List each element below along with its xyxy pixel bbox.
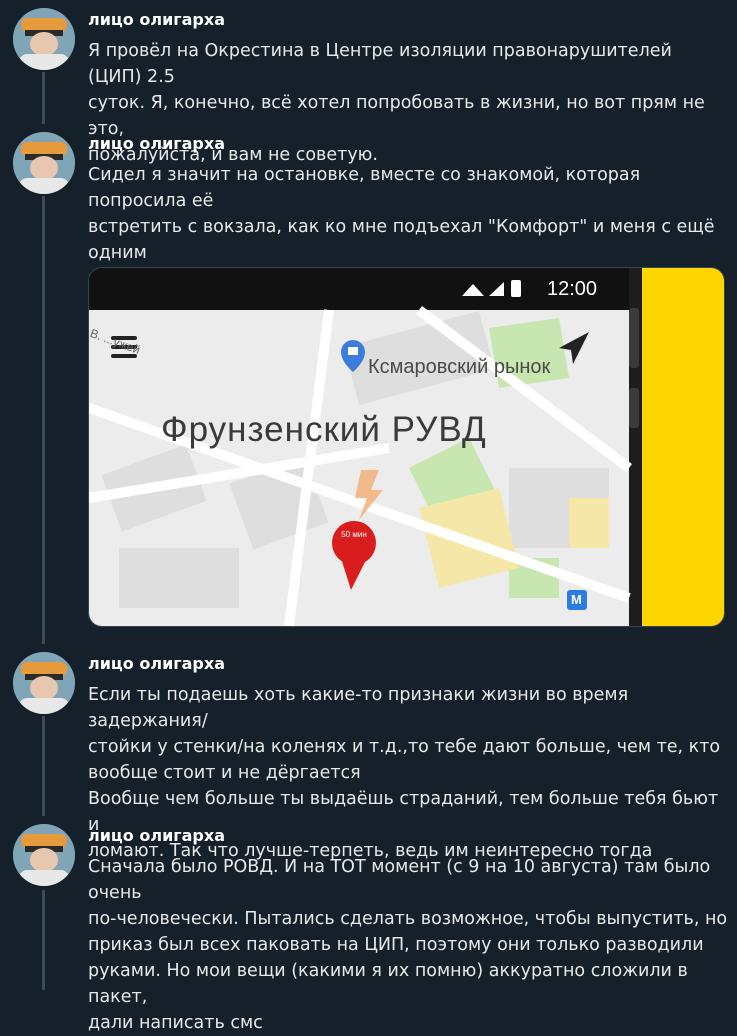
metro-label: M xyxy=(571,592,582,607)
author-name[interactable]: лицо олигарха xyxy=(88,134,225,153)
tweet[interactable]: лицо олигарха Я провёл на Окрестина в Це… xyxy=(0,0,737,165)
avatar-image xyxy=(13,132,75,194)
tweet[interactable]: лицо олигарха Сначала было РОВД. И на ТО… xyxy=(0,816,737,1033)
avatar[interactable] xyxy=(13,8,75,70)
avatar[interactable] xyxy=(13,824,75,886)
poi-label: Ксмаровский рынок xyxy=(368,356,551,378)
avatar-image xyxy=(13,824,75,886)
author-name[interactable]: лицо олигарха xyxy=(88,10,225,29)
side-panel xyxy=(642,268,724,626)
district-label: Фрунзенский РУВД xyxy=(161,410,487,449)
tweet-text: Сначала было РОВД. И на ТОТ момент (с 9 … xyxy=(88,857,728,1033)
avatar-image xyxy=(13,8,75,70)
author-name[interactable]: лицо олигарха xyxy=(88,826,225,845)
avatar-image xyxy=(13,652,75,714)
tweet-media-image[interactable]: 12:00 В. ...ужей Ксмаровский рынок Фрунз… xyxy=(88,267,725,627)
tweet[interactable]: лицо олигарха Если ты подаешь хоть какие… xyxy=(0,644,737,861)
avatar[interactable] xyxy=(13,132,75,194)
avatar[interactable] xyxy=(13,652,75,714)
author-name[interactable]: лицо олигарха xyxy=(88,654,225,673)
pin-label: 50 мин xyxy=(341,530,367,539)
status-time: 12:00 xyxy=(547,278,598,300)
